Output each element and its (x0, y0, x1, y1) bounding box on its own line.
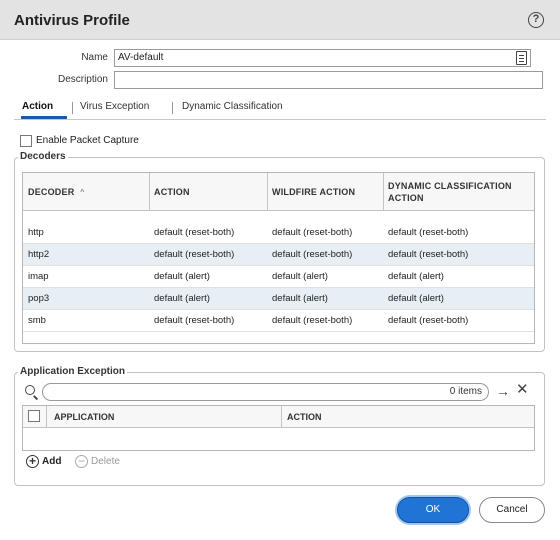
action-cell[interactable]: default (reset-both) (149, 310, 234, 332)
application-exception-header: APPLICATION ACTION (23, 406, 534, 428)
column-header-application[interactable]: APPLICATION (49, 406, 114, 428)
packet-capture-checkbox[interactable] (20, 135, 32, 147)
table-row[interactable]: http default (reset-both) default (reset… (23, 222, 534, 244)
column-header-wildfire-action[interactable]: WILDFIRE ACTION (267, 173, 383, 211)
packet-capture-label: Enable Packet Capture (36, 135, 139, 146)
help-icon[interactable]: ? (528, 12, 544, 28)
column-header-action[interactable]: ACTION (149, 173, 267, 211)
cancel-button[interactable]: Cancel (479, 497, 545, 523)
sort-ascending-icon[interactable]: ^ (80, 188, 84, 197)
column-divider (46, 406, 47, 428)
name-input[interactable]: AV-default (114, 49, 531, 67)
decoders-legend: Decoders (18, 151, 68, 162)
clear-filter-icon[interactable]: ✕ (516, 382, 529, 398)
decoder-cell: http2 (28, 249, 50, 260)
decoders-table: DECODER ^ ACTION WILDFIRE ACTION DYNAMIC… (22, 172, 535, 344)
decoder-cell: imap (28, 271, 49, 282)
select-all-checkbox[interactable] (28, 410, 40, 422)
column-header-decoder[interactable]: DECODER ^ (23, 173, 149, 211)
wildfire-action-cell[interactable]: default (alert) (267, 266, 328, 288)
tab-separator (72, 102, 73, 114)
search-input[interactable]: 0 items (42, 383, 489, 401)
decoder-cell: smb (28, 315, 46, 326)
tab-action[interactable]: Action (22, 101, 53, 112)
dynamic-action-cell[interactable]: default (alert) (383, 288, 444, 310)
application-exception-table: APPLICATION ACTION (22, 405, 535, 451)
wildfire-action-cell[interactable]: default (alert) (267, 288, 328, 310)
delete-label: Delete (91, 456, 120, 467)
delete-button[interactable]: − Delete (75, 455, 120, 468)
items-count: 0 items (449, 386, 482, 397)
wildfire-action-cell[interactable]: default (reset-both) (267, 244, 352, 266)
dynamic-action-cell[interactable]: default (alert) (383, 266, 444, 288)
tab-virus-exception[interactable]: Virus Exception (80, 101, 149, 112)
decoders-table-header: DECODER ^ ACTION WILDFIRE ACTION DYNAMIC… (23, 173, 534, 211)
action-cell[interactable]: default (reset-both) (149, 244, 234, 266)
dynamic-action-cell[interactable]: default (reset-both) (383, 244, 468, 266)
decoder-cell: http (28, 227, 44, 238)
table-row[interactable]: http2 default (reset-both) default (rese… (23, 244, 534, 266)
dynamic-action-cell[interactable]: default (reset-both) (383, 310, 468, 332)
column-header-dynamic-classification-action[interactable]: DYNAMIC CLASSIFICATION ACTION (383, 173, 534, 211)
dialog-title: Antivirus Profile (14, 12, 130, 29)
action-cell[interactable]: default (reset-both) (149, 222, 234, 244)
dialog-title-bar: Antivirus Profile ? (0, 0, 560, 40)
description-input[interactable] (114, 71, 543, 89)
tab-dynamic-classification[interactable]: Dynamic Classification (182, 101, 283, 112)
action-cell[interactable]: default (alert) (149, 288, 210, 310)
wildfire-action-cell[interactable]: default (reset-both) (267, 310, 352, 332)
active-tab-indicator (21, 116, 67, 119)
document-icon[interactable] (516, 51, 527, 65)
name-label: Name (81, 52, 108, 63)
table-row[interactable]: imap default (alert) default (alert) def… (23, 266, 534, 288)
table-row[interactable]: pop3 default (alert) default (alert) def… (23, 288, 534, 310)
description-label: Description (57, 74, 108, 85)
decoder-cell: pop3 (28, 293, 50, 304)
wildfire-action-cell[interactable]: default (reset-both) (267, 222, 352, 244)
delete-icon: − (75, 455, 88, 468)
application-exception-legend: Application Exception (18, 366, 128, 377)
ok-button[interactable]: OK (397, 497, 469, 523)
add-label: Add (42, 456, 62, 467)
profile-tabs: Action Virus Exception Dynamic Classific… (14, 96, 546, 120)
add-button[interactable]: + Add (26, 455, 61, 468)
add-icon: + (26, 455, 39, 468)
arrow-right-icon[interactable]: → (496, 383, 510, 399)
column-header-label: DECODER (28, 187, 75, 197)
action-cell[interactable]: default (alert) (149, 266, 210, 288)
dynamic-action-cell[interactable]: default (reset-both) (383, 222, 468, 244)
search-icon (25, 385, 35, 395)
table-row[interactable]: smb default (reset-both) default (reset-… (23, 310, 534, 332)
column-header-action[interactable]: ACTION (282, 406, 322, 428)
tab-separator (172, 102, 173, 114)
